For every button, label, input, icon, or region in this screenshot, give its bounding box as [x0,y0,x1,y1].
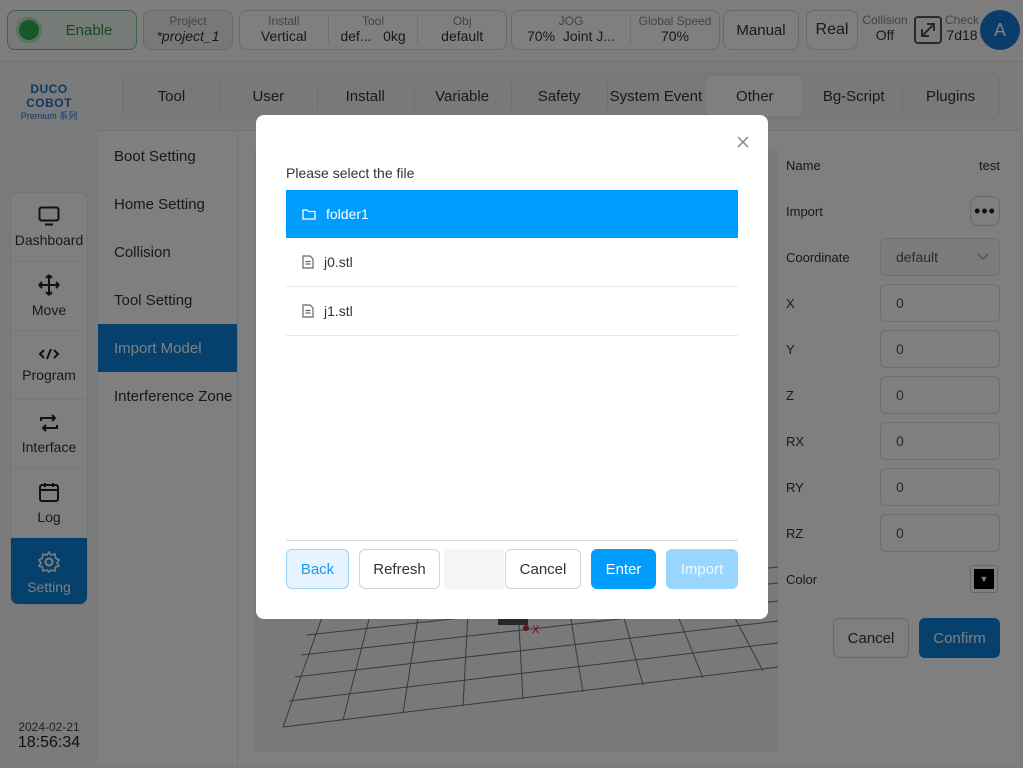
dialog-footer: Back Refresh Cancel Enter Import [286,541,738,589]
file-select-dialog: Please select the file folder1 j0.stl j1… [256,115,768,619]
file-row-j0[interactable]: j0.stl [286,238,738,287]
file-row-folder1[interactable]: folder1 [286,190,738,238]
file-name: j1.stl [324,303,353,319]
cancel-button[interactable]: Cancel [505,549,581,589]
refresh-button[interactable]: Refresh [359,549,440,589]
enter-button[interactable]: Enter [591,549,656,589]
dialog-title: Please select the file [286,165,415,181]
back-button[interactable]: Back [286,549,349,589]
file-name: j0.stl [324,254,353,270]
file-row-j1[interactable]: j1.stl [286,287,738,336]
document-icon [302,255,314,269]
file-name: folder1 [326,206,369,222]
close-icon[interactable] [736,135,750,149]
file-list: folder1 j0.stl j1.stl [286,190,738,336]
folder-icon [302,209,316,220]
document-icon [302,304,314,318]
import-button[interactable]: Import [666,549,738,589]
footer-spacer [444,549,504,589]
